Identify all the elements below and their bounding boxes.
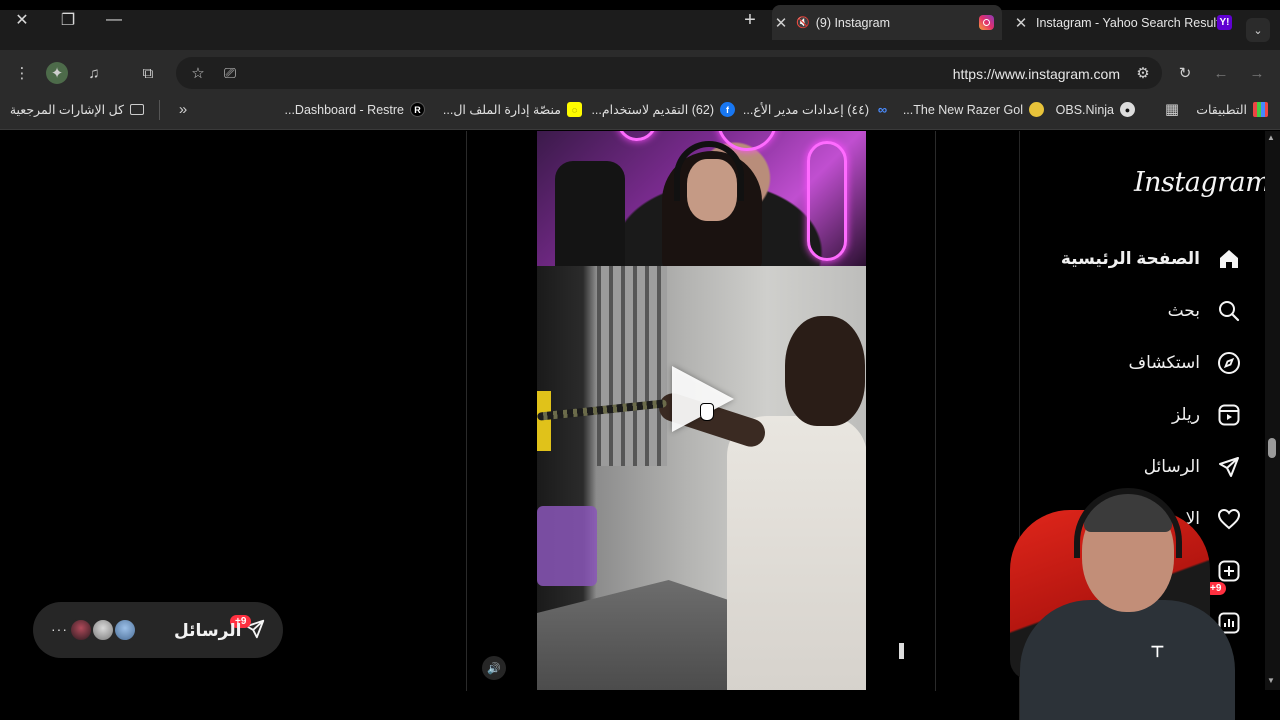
meta-icon: ∞ [877,102,888,117]
bookmark-all-bookmarks[interactable]: كل الإشارات المرجعية [10,102,144,117]
nav-reels[interactable]: ريلز [1172,398,1242,432]
text-cursor [899,643,904,659]
new-tab-icon[interactable]: + [736,9,764,31]
search-icon [1216,298,1242,324]
extensions-icon[interactable]: ⧉ [137,62,159,84]
bookmark-label: (٤٤) إعدادات مدير الأع... [742,103,869,117]
bookmark-label: كل الإشارات المرجعية [9,103,124,117]
nav-search[interactable]: بحث [1168,294,1242,328]
reels-icon [1216,402,1242,428]
apps-grid-icon [1253,102,1268,117]
play-icon[interactable] [672,366,734,432]
bookmark-razer[interactable]: The New Razer Gol... [903,102,1044,117]
gaming-chair [555,161,625,266]
yahoo-favicon-icon: Y! [1217,15,1232,30]
man-figure [727,416,866,690]
plastic-chair [537,506,597,586]
bookmark-obs-ninja[interactable]: ● OBS.Ninja [1056,102,1135,117]
media-control-icon[interactable]: ♫ [83,62,105,84]
home-icon [1216,246,1242,272]
close-window-icon[interactable]: ✕ [8,10,36,30]
bookmark-restream[interactable]: R Dashboard - Restre... [284,102,425,117]
webcam-headset [1074,488,1182,558]
tab-title: (9) Instagram [815,15,891,30]
url-text[interactable]: https://www.instagram.com [953,66,1120,82]
nav-home[interactable]: الصفحة الرئيسية [1061,242,1242,276]
bookmark-facebook[interactable]: f (62) التقديم لاستخدام... [591,102,735,117]
instagram-favicon-icon [979,15,994,30]
nav-label: الرسائل [1143,457,1200,476]
bookmark-star-icon[interactable]: ☆ [187,62,209,84]
nav-label: ريلز [1172,405,1200,424]
back-icon[interactable]: ← [1210,62,1232,84]
webcam-person-body [1020,600,1235,720]
more-bookmarks-icon[interactable]: » [172,98,194,120]
tab-groups-icon[interactable]: ▦ [1161,98,1183,120]
bookmark-label: Dashboard - Restre... [284,102,405,117]
neon-light [617,131,657,141]
avatar [91,618,115,642]
audio-playing-icon[interactable]: 🔇 [796,16,810,29]
instagram-logo[interactable]: Instagram [1134,167,1271,198]
scroll-up-icon[interactable]: ▲ [1267,133,1275,142]
hand-cursor-icon [700,403,714,421]
scrollbar-thumb[interactable] [1268,438,1276,458]
bookmark-label: The New Razer Gol... [902,102,1023,117]
obs-icon: ● [1120,102,1135,117]
close-tab-icon[interactable]: ✕ [772,14,790,32]
reel-video-main[interactable] [537,266,866,690]
folder-icon [130,104,144,115]
bookmark-label: منصّة إدارة الملف ال... [442,103,561,117]
restore-window-icon[interactable]: ❐ [54,10,82,30]
nav-label: الصفحة الرئيسية [1060,249,1200,268]
messages-icon [1216,454,1242,480]
site-settings-icon[interactable]: ⚙ [1132,62,1154,84]
webcam-overlay: ⊤ [1000,480,1245,720]
bookmark-label: (62) التقديم لاستخدام... [591,103,714,117]
profile-avatar-icon[interactable]: ✦ [46,62,68,84]
tab-instagram[interactable]: ✕ 🔇 (9) Instagram [772,5,1002,40]
shirt-logo-icon: ⊤ [1150,644,1165,661]
reload-icon[interactable]: ↻ [1174,62,1196,84]
window-bars [597,266,667,466]
neon-light [807,141,847,261]
audio-toggle-icon[interactable]: 🔊 [482,656,506,680]
messages-pill-label: الرسائل [174,621,242,640]
tab-yahoo[interactable]: ✕ Instagram - Yahoo Search Results Y! [1012,5,1238,40]
feed-divider [935,131,936,691]
bookmark-label: OBS.Ninja [1055,102,1114,117]
forward-icon[interactable]: → [1246,62,1268,84]
cast-icon[interactable]: ⎚ [219,62,241,84]
avatar [69,618,93,642]
nav-label: بحث [1167,301,1200,320]
snapchat-icon: ◌ [567,102,582,117]
nav-label: استكشاف [1128,353,1200,372]
explore-icon [1216,350,1242,376]
bookmark-label: التطبيقات [1196,103,1247,117]
facebook-icon: f [720,102,735,117]
restream-icon: R [410,102,425,117]
reel-video-top[interactable] [537,131,866,266]
headset [674,141,744,201]
razer-icon [1029,102,1044,117]
menu-dots-icon[interactable]: ⋮ [11,62,33,84]
man-head [785,316,865,426]
tab-search-icon[interactable]: ⌄ [1246,18,1270,42]
bookmark-snapchat[interactable]: ◌ منصّة إدارة الملف ال... [443,102,582,117]
tab-title: Instagram - Yahoo Search Results [1036,15,1217,30]
bookmarks-divider [159,100,160,120]
nav-explore[interactable]: استكشاف [1129,346,1242,380]
more-icon: ··· [51,621,68,637]
scroll-down-icon[interactable]: ▼ [1267,676,1275,685]
yellow-object [537,391,551,451]
feed-divider [466,131,467,691]
bookmark-meta[interactable]: ∞ (٤٤) إعدادات مدير الأع... [743,102,890,117]
close-tab-icon[interactable]: ✕ [1012,14,1030,32]
minimize-window-icon[interactable]: — [100,10,128,30]
avatar [113,618,137,642]
nav-messages[interactable]: الرسائل [1144,450,1242,484]
bookmark-apps[interactable]: التطبيقات [1196,102,1268,117]
page-scrollbar[interactable] [1265,131,1280,690]
